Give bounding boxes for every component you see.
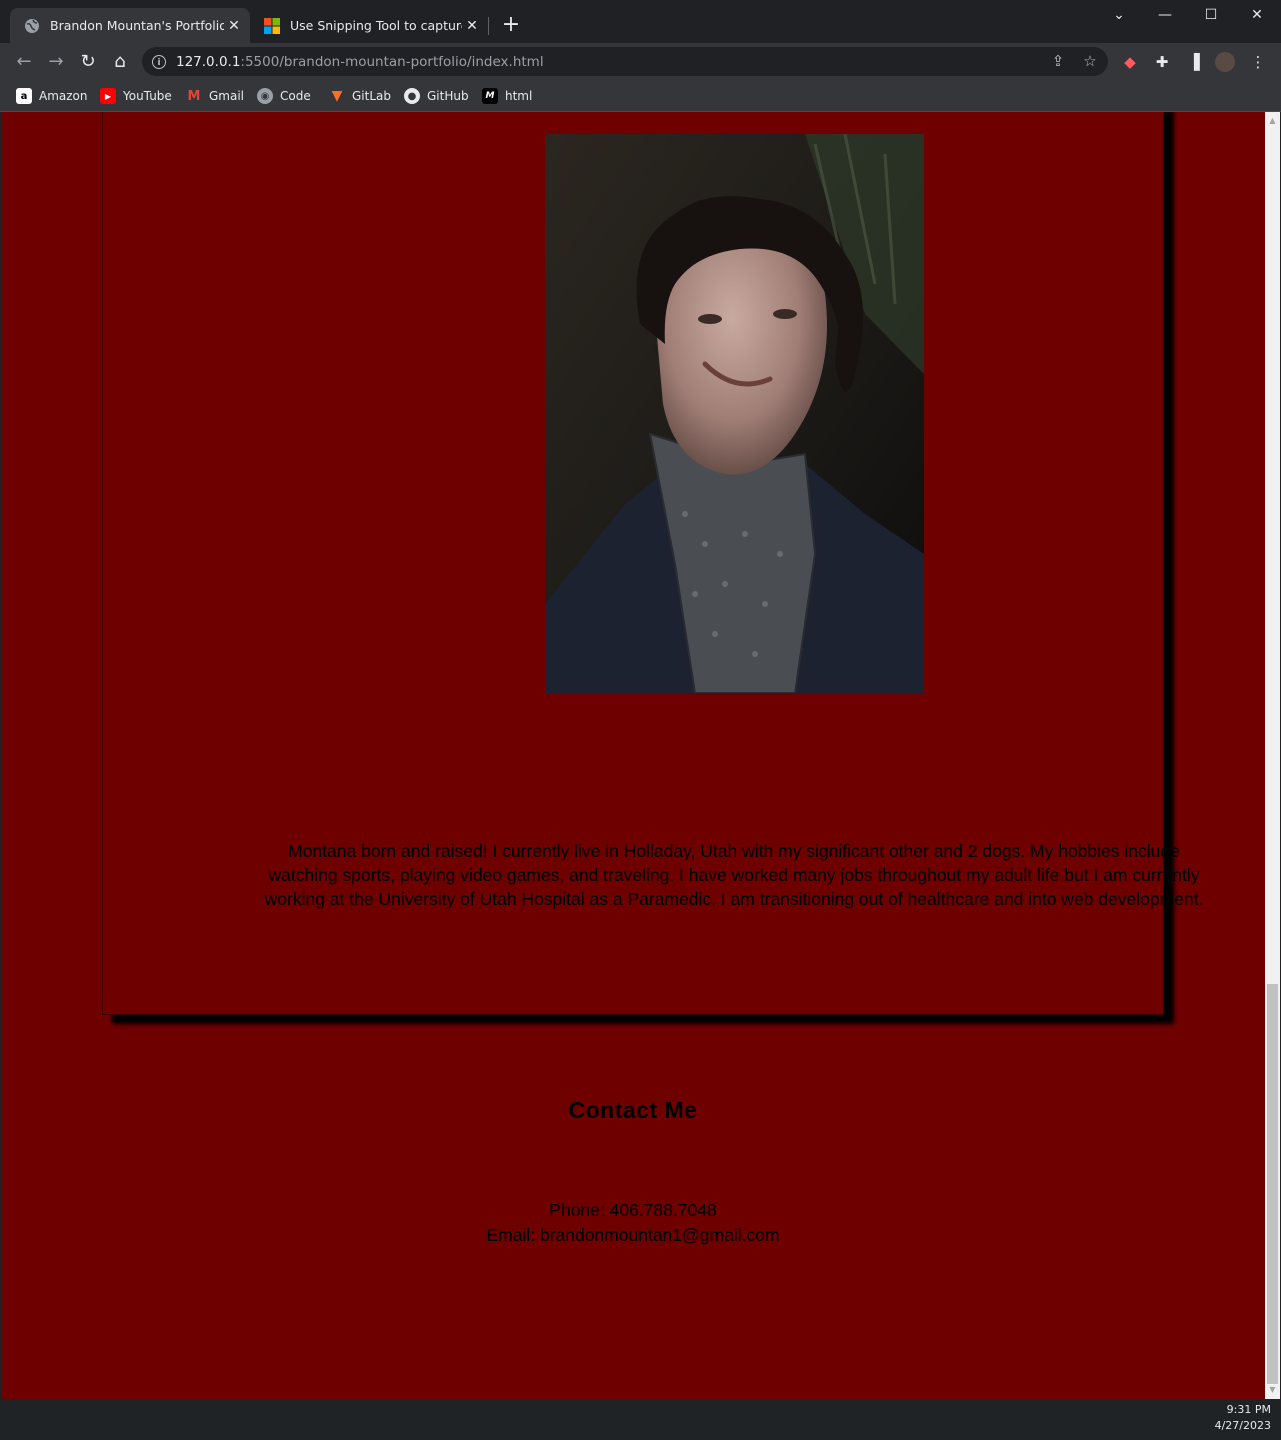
- gitlab-icon: ▼: [331, 88, 343, 104]
- gmail-icon: M: [187, 88, 201, 104]
- browser-toolbar: ← → ↻ ⌂ i 127.0.0.1:5500/brandon-mountan…: [0, 43, 1281, 80]
- bookmark-label: Code: [280, 89, 311, 103]
- youtube-icon: ▶: [100, 88, 116, 104]
- bookmark-star-icon[interactable]: ☆: [1080, 51, 1100, 71]
- bookmark-code[interactable]: ◉ Code: [257, 86, 311, 106]
- tab-bar: Brandon Mountan's Portfolio ✕ Use Snippi…: [0, 0, 1281, 43]
- close-tab-icon[interactable]: ✕: [462, 18, 482, 34]
- system-clock[interactable]: 9:31 PM 4/27/2023: [1215, 1402, 1271, 1434]
- bookmark-amazon[interactable]: a Amazon: [16, 86, 88, 106]
- bookmark-html[interactable]: M html: [482, 86, 532, 106]
- github-icon: ●: [404, 88, 420, 104]
- profile-photo: [545, 134, 924, 693]
- bookmark-gitlab[interactable]: ▼ GitLab: [329, 86, 391, 106]
- extension-record-icon[interactable]: ◆: [1120, 52, 1140, 72]
- clock-date: 4/27/2023: [1214, 1419, 1271, 1432]
- amazon-icon: a: [16, 88, 32, 104]
- url-host: 127.0.0.1: [176, 53, 241, 70]
- os-taskbar: 9:31 PM 4/27/2023: [0, 1399, 1281, 1440]
- scroll-up-arrow-icon[interactable]: ▲: [1265, 114, 1280, 128]
- bookmark-gmail[interactable]: M Gmail: [186, 86, 244, 106]
- microsoft-icon: [264, 17, 280, 34]
- contact-heading: Contact Me: [568, 1097, 698, 1123]
- tab-title: Use Snipping Tool to capture scre: [290, 18, 462, 33]
- bookmark-github[interactable]: ● GitHub: [404, 86, 469, 106]
- site-info-icon[interactable]: i: [152, 54, 166, 69]
- menu-icon[interactable]: ⋮: [1248, 52, 1268, 72]
- bookmark-label: GitLab: [352, 89, 391, 103]
- bookmark-youtube[interactable]: ▶ YouTube: [100, 86, 172, 106]
- close-tab-icon[interactable]: ✕: [224, 18, 244, 34]
- new-tab-button[interactable]: +: [500, 13, 522, 37]
- tab-snipping-tool[interactable]: Use Snipping Tool to capture scre ✕: [250, 8, 488, 43]
- clock-time: 9:31 PM: [1226, 1403, 1271, 1416]
- page-scrollbar[interactable]: ▲ ▼: [1265, 112, 1280, 1399]
- url-path: :5500/brandon-mountan-portfolio/index.ht…: [240, 53, 544, 70]
- page-viewport: Montana born and raised! I currently liv…: [1, 112, 1265, 1399]
- bookmarks-bar: a Amazon ▶ YouTube M Gmail ◉ Code ▼ GitL…: [0, 80, 1281, 112]
- tab-separator: [488, 17, 489, 35]
- bookmark-label: html: [505, 89, 533, 103]
- share-icon[interactable]: ⇪: [1048, 51, 1068, 71]
- tab-portfolio[interactable]: Brandon Mountan's Portfolio ✕: [10, 8, 250, 43]
- back-arrow-icon[interactable]: ←: [12, 50, 36, 74]
- globe-icon: [25, 18, 39, 33]
- contact-email: Email: brandonmountan1@gmail.com: [486, 1225, 780, 1245]
- portrait-illustration: [545, 134, 924, 693]
- bookmark-label: Gmail: [209, 89, 245, 103]
- reload-icon[interactable]: ↻: [76, 50, 100, 74]
- close-window-button[interactable]: ✕: [1234, 0, 1280, 30]
- minimize-button[interactable]: —: [1142, 0, 1188, 30]
- extensions-puzzle-icon[interactable]: ✚: [1152, 52, 1172, 72]
- forward-arrow-icon[interactable]: →: [44, 50, 68, 74]
- bookmark-label: Amazon: [39, 89, 88, 103]
- tab-search-icon[interactable]: ⌄: [1096, 0, 1142, 30]
- html-icon: M: [482, 88, 498, 104]
- bookmark-label: GitHub: [427, 89, 469, 103]
- tab-title: Brandon Mountan's Portfolio: [50, 18, 224, 33]
- bio-paragraph: Montana born and raised! I currently liv…: [264, 841, 1204, 909]
- about-card: Montana born and raised! I currently liv…: [102, 112, 1203, 1015]
- home-icon[interactable]: ⌂: [108, 50, 132, 74]
- scroll-down-arrow-icon[interactable]: ▼: [1265, 1383, 1280, 1397]
- globe-icon: ◉: [257, 88, 273, 104]
- side-panel-icon[interactable]: ▐: [1184, 52, 1204, 72]
- maximize-button[interactable]: ☐: [1188, 0, 1234, 30]
- scrollbar-thumb[interactable]: [1267, 984, 1278, 1384]
- address-bar[interactable]: i 127.0.0.1:5500/brandon-mountan-portfol…: [142, 47, 1108, 76]
- bookmark-label: YouTube: [123, 89, 172, 103]
- profile-avatar[interactable]: [1215, 52, 1235, 72]
- contact-phone: Phone: 406.788.7048: [549, 1200, 717, 1220]
